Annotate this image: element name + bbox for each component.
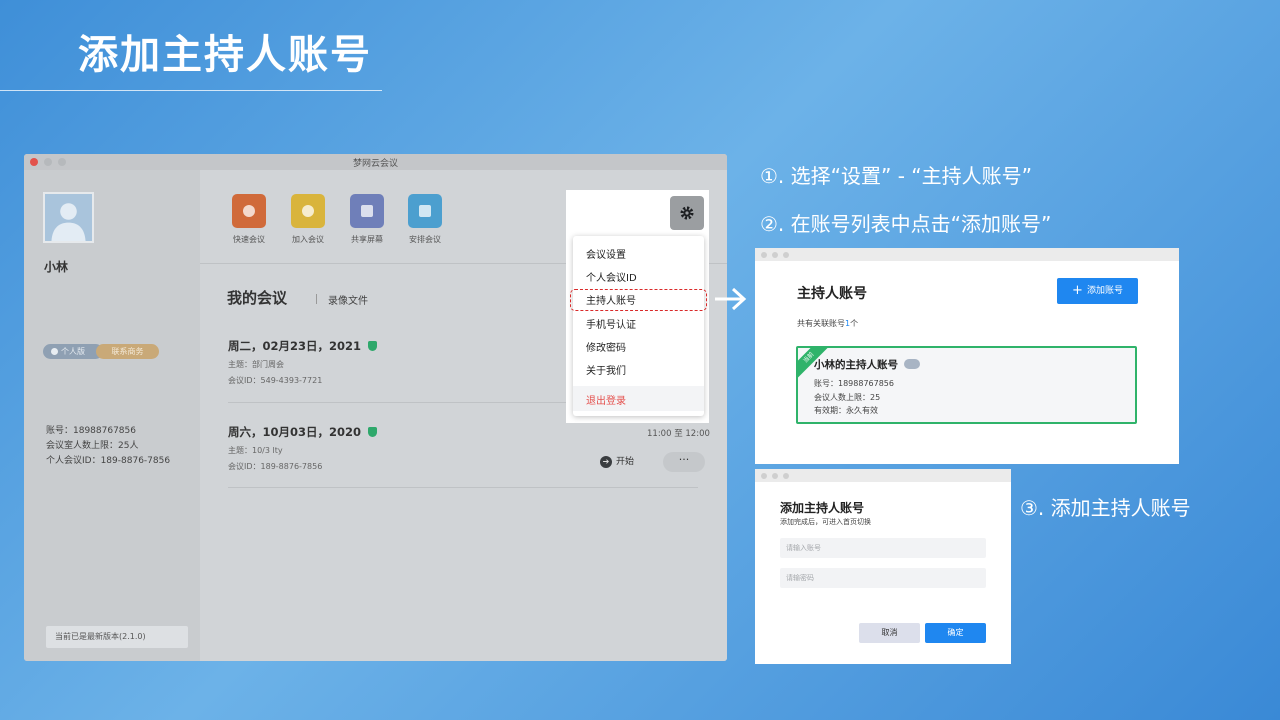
add-account-label: 添加账号 [1086, 286, 1123, 296]
user-silhouette-icon [51, 203, 86, 241]
confirm-button[interactable]: 确定 [925, 623, 986, 643]
edition-badge: 个人版 [43, 344, 103, 359]
avatar[interactable] [43, 192, 94, 243]
arrow-right-icon: ➔ [600, 456, 612, 468]
quick-action-label: 安排会议 [409, 235, 441, 244]
tab-recordings[interactable]: 录像文件 [316, 292, 368, 307]
edition-label: 个人版 [61, 347, 85, 356]
meeting-id: 会议ID：189-8876-7856 [228, 462, 323, 471]
maximize-window-button[interactable] [783, 252, 789, 258]
user-name: 小林 [44, 260, 69, 274]
start-meeting-button[interactable]: ➔ 开始 [600, 453, 634, 471]
menu-item-change-password[interactable]: 修改密码 [586, 339, 626, 354]
camera-icon [232, 194, 266, 228]
schedule-meeting-button[interactable]: 安排会议 [400, 194, 450, 245]
linked-prefix: 共有关联账号 [797, 319, 845, 328]
sidebar: 小林 个人版 联系商务 账号：18988767856 会议室人数上限：25人 个… [24, 170, 200, 661]
meeting-id: 会议ID：549-4393-7721 [228, 376, 323, 385]
step-2-instruction: ②. 在账号列表中点击“添加账号” [760, 212, 1052, 236]
host-accounts-window: 主持人账号 + 添加账号 共有关联账号1个 当前 小林的主持人账号 账号：1898… [755, 248, 1179, 464]
password-input[interactable] [780, 568, 986, 588]
page-title: 主持人账号 [797, 286, 867, 302]
account-name: 小林的主持人账号 [814, 359, 898, 371]
add-account-button[interactable]: + 添加账号 [1057, 278, 1138, 304]
start-label: 开始 [616, 457, 635, 467]
quick-action-label: 快速会议 [233, 235, 265, 244]
more-options-button[interactable]: ··· [663, 452, 705, 472]
dialog-title: 添加主持人账号 [780, 501, 865, 515]
add-host-dialog: 添加主持人账号 添加完成后，可进入首页切换 取消 确定 [755, 469, 1011, 664]
dialog-subtitle: 添加完成后，可进入首页切换 [780, 518, 871, 526]
menu-item-logout[interactable]: 退出登录 [586, 392, 626, 407]
window-titlebar [755, 469, 1011, 482]
tab-my-meetings[interactable]: 我的会议 [227, 287, 287, 308]
room-capacity: 会议室人数上限：25人 [46, 441, 139, 451]
user-icon [51, 348, 58, 355]
account-capacity: 会议人数上限：25 [814, 392, 881, 402]
shield-icon [368, 341, 378, 351]
window-titlebar [755, 248, 1179, 261]
meeting-date: 周二，02月23日，2021 [228, 339, 362, 353]
linked-accounts-count: 共有关联账号1个 [797, 318, 858, 329]
plus-icon: + [1072, 283, 1083, 298]
step-1-instruction: ①. 选择“设置” - “主持人账号” [760, 164, 1033, 188]
menu-item-meeting-settings[interactable]: 会议设置 [586, 246, 626, 261]
user-badge-icon [904, 359, 920, 369]
step-3-instruction: ③. 添加主持人账号 [1020, 496, 1191, 520]
monitor-icon [350, 194, 384, 228]
share-screen-button[interactable]: 共享屏幕 [342, 194, 392, 245]
calendar-icon [408, 194, 442, 228]
quick-action-label: 加入会议 [292, 235, 324, 244]
minimize-window-button[interactable] [772, 473, 778, 479]
maximize-window-button[interactable] [783, 473, 789, 479]
account-validity: 有效期：永久有效 [814, 406, 878, 415]
slide-title: 添加主持人账号 [78, 32, 372, 78]
gear-icon [680, 206, 694, 220]
window-titlebar: 梦网云会议 [24, 154, 727, 170]
host-account-card[interactable]: 当前 小林的主持人账号 账号：18988767856 会议人数上限：25 有效期… [796, 346, 1137, 424]
meeting-time: 11:00 至 12:00 [647, 429, 710, 439]
menu-item-phone-verification[interactable]: 手机号认证 [586, 316, 636, 331]
arrow-right-icon [715, 287, 747, 311]
divider [228, 487, 698, 488]
host-account-highlight [570, 289, 707, 311]
meeting-item[interactable]: 周二，02月23日，2021 主题：部门周会 会议ID：549-4393-772… [228, 338, 378, 386]
meeting-topic: 主题：10/3 lty [228, 446, 283, 455]
minimize-window-button[interactable] [772, 252, 778, 258]
shield-icon [368, 427, 378, 437]
contact-business-button[interactable]: 联系商务 [96, 344, 159, 359]
quick-meeting-button[interactable]: 快速会议 [224, 194, 274, 245]
meeting-topic: 主题：部门周会 [228, 360, 284, 369]
linked-suffix: 个 [850, 319, 859, 328]
meeting-date: 周六，10月03日，2020 [228, 425, 362, 439]
menu-item-personal-meeting-id[interactable]: 个人会议ID [586, 269, 637, 284]
meeting-item[interactable]: 周六，10月03日，2020 主题：10/3 lty 会议ID：189-8876… [228, 424, 378, 472]
user-info: 账号：18988767856 会议室人数上限：25人 个人会议ID：189-88… [46, 424, 170, 469]
account-number: 账号：18988767856 [46, 426, 136, 436]
settings-button[interactable] [670, 196, 704, 230]
title-divider [0, 90, 382, 91]
window-title: 梦网云会议 [352, 159, 398, 169]
close-window-button[interactable] [761, 252, 767, 258]
personal-meeting-id: 个人会议ID：189-8876-7856 [46, 456, 171, 466]
quick-action-label: 共享屏幕 [351, 235, 383, 244]
account-number: 账号：18988767856 [814, 379, 894, 388]
account-input[interactable] [780, 538, 986, 558]
join-meeting-button[interactable]: 加入会议 [283, 194, 333, 245]
plus-circle-icon [291, 194, 325, 228]
version-status: 当前已是最新版本(2.1.0) [46, 626, 188, 648]
cancel-button[interactable]: 取消 [859, 623, 920, 643]
close-window-button[interactable] [761, 473, 767, 479]
menu-item-about-us[interactable]: 关于我们 [586, 362, 626, 377]
settings-menu: 会议设置 个人会议ID 主持人账号 手机号认证 修改密码 关于我们 退出登录 [573, 236, 704, 416]
